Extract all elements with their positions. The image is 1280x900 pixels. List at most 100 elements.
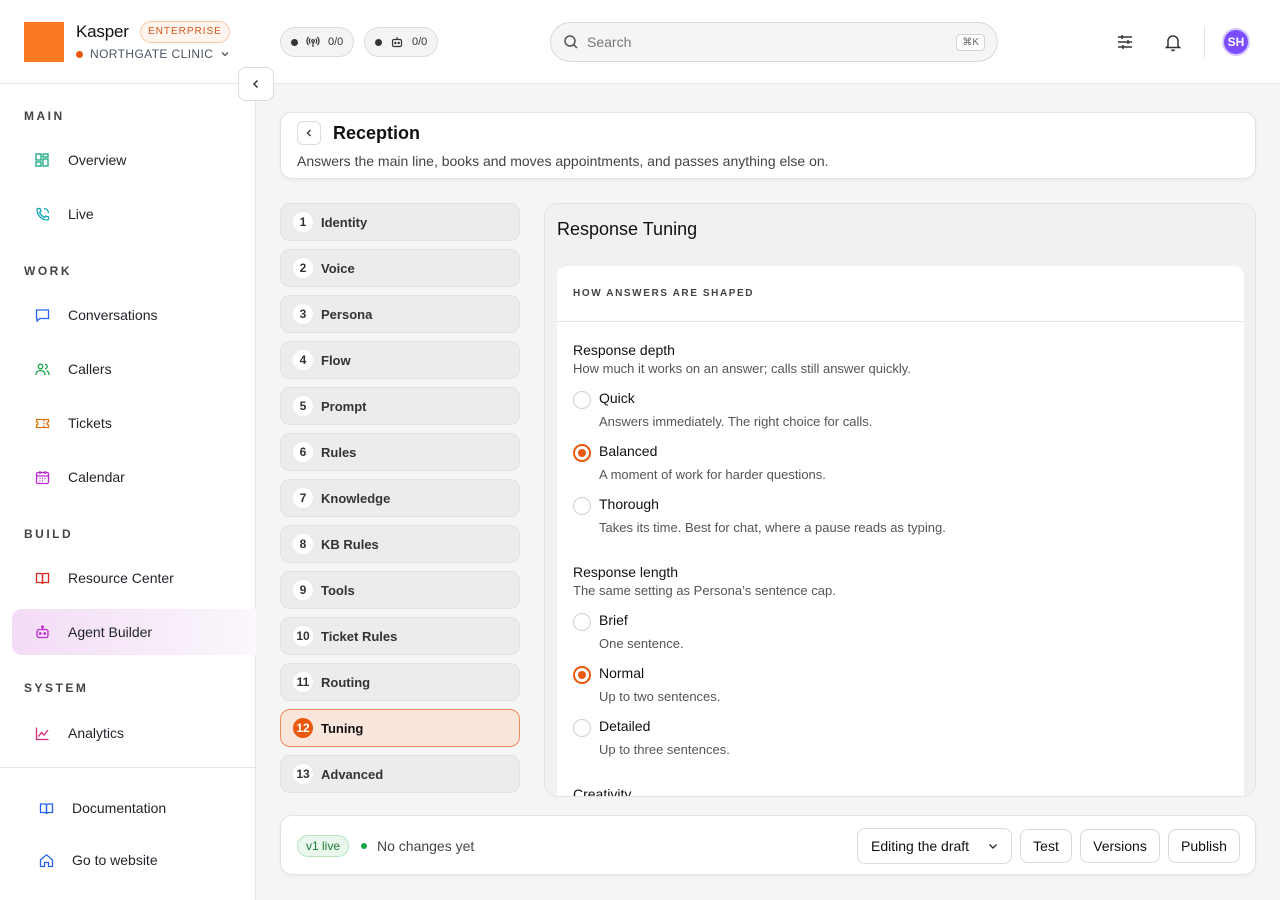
change-status-text: No changes yet xyxy=(377,838,475,854)
sidebar-item-label: Conversations xyxy=(68,307,158,323)
org-switcher[interactable]: NORTHGATE CLINIC xyxy=(76,47,230,61)
step-routing[interactable]: 11 Routing xyxy=(280,663,520,701)
radio-button[interactable] xyxy=(573,613,591,631)
step-number: 9 xyxy=(293,580,313,600)
step-voice[interactable]: 2 Voice xyxy=(280,249,520,287)
step-identity[interactable]: 1 Identity xyxy=(280,203,520,241)
sidebar-divider xyxy=(0,767,256,768)
step-number: 7 xyxy=(293,488,313,508)
option-description: A moment of work for harder questions. xyxy=(599,467,826,482)
publish-button[interactable]: Publish xyxy=(1168,829,1240,863)
book-icon xyxy=(34,570,50,586)
back-button[interactable] xyxy=(297,121,321,145)
sidebar-item-conversations[interactable]: Conversations xyxy=(12,292,256,338)
live-calls-pill[interactable]: 0/0 xyxy=(280,27,355,57)
edit-mode-select[interactable]: Editing the draft xyxy=(857,828,1012,864)
step-number: 1 xyxy=(293,212,313,232)
chevron-down-icon xyxy=(220,49,230,59)
search-shortcut: ⌘K xyxy=(956,33,985,51)
radio-button[interactable] xyxy=(573,444,591,462)
step-number: 3 xyxy=(293,304,313,324)
chevron-left-icon xyxy=(250,78,262,90)
group-title: Response length xyxy=(573,564,679,580)
sidebar-item-agent-builder[interactable]: Agent Builder xyxy=(12,609,256,655)
sidebar-item-documentation[interactable]: Documentation xyxy=(12,785,256,831)
sidebar-item-live[interactable]: Live xyxy=(12,191,256,237)
org-status-dot xyxy=(76,50,83,58)
radio-button[interactable] xyxy=(573,719,591,737)
sidebar-item-label: Overview xyxy=(68,152,127,168)
step-number: 5 xyxy=(293,396,313,416)
org-name: NORTHGATE CLINIC xyxy=(90,47,214,61)
version-badge: v1 live xyxy=(297,835,350,857)
option-label: Quick xyxy=(599,390,635,406)
brand-name: Kasper xyxy=(76,22,129,41)
page-description: Answers the main line, books and moves a… xyxy=(297,153,829,169)
chevron-down-icon xyxy=(987,840,999,852)
sidebar-item-go-to-website[interactable]: Go to website xyxy=(12,837,256,883)
search-input[interactable] xyxy=(587,34,957,50)
tier-badge: ENTERPRISE xyxy=(140,21,230,43)
step-label: Prompt xyxy=(321,398,367,414)
publish-bar: v1 live No changes yet Editing the draft… xyxy=(280,815,1256,875)
sidebar-item-overview[interactable]: Overview xyxy=(12,137,256,183)
section-label-system: SYSTEM xyxy=(24,681,89,695)
group-title: Response depth xyxy=(573,342,675,358)
radio-button[interactable] xyxy=(573,666,591,684)
filters-icon[interactable] xyxy=(1113,30,1137,54)
bell-icon[interactable] xyxy=(1161,30,1185,54)
option-label: Balanced xyxy=(599,443,658,459)
step-ticket-rules[interactable]: 10 Ticket Rules xyxy=(280,617,520,655)
bot-sessions-count: 0/0 xyxy=(412,36,428,48)
avatar[interactable]: SH xyxy=(1222,28,1250,56)
step-number: 11 xyxy=(293,672,313,692)
phone-icon xyxy=(34,206,50,222)
step-tools[interactable]: 9 Tools xyxy=(280,571,520,609)
sidebar-item-tickets[interactable]: Tickets xyxy=(12,400,256,446)
step-advanced[interactable]: 13 Advanced xyxy=(280,755,520,793)
radio-button[interactable] xyxy=(573,497,591,515)
broadcast-icon xyxy=(306,35,320,49)
step-number: 8 xyxy=(293,534,313,554)
sidebar-item-resource-center[interactable]: Resource Center xyxy=(12,555,256,601)
tuning-panel[interactable]: Response Tuning HOW ANSWERS ARE SHAPED R… xyxy=(544,203,1256,797)
sidebar: MAIN Overview Live WORK Conversations Ca… xyxy=(0,84,256,900)
sidebar-item-label: Documentation xyxy=(72,800,167,816)
live-calls-count: 0/0 xyxy=(328,36,344,48)
search-bar[interactable]: ⌘K xyxy=(550,22,998,62)
step-flow[interactable]: 4 Flow xyxy=(280,341,520,379)
versions-button[interactable]: Versions xyxy=(1080,829,1160,863)
response-length-group: Response length The same setting as Pers… xyxy=(573,564,836,598)
option-description: Takes its time. Best for chat, where a p… xyxy=(599,520,946,535)
users-icon xyxy=(34,361,50,377)
bot-sessions-pill[interactable]: 0/0 xyxy=(364,27,439,57)
step-label: Advanced xyxy=(321,766,384,782)
step-prompt[interactable]: 5 Prompt xyxy=(280,387,520,425)
step-knowledge[interactable]: 7 Knowledge xyxy=(280,479,520,517)
step-rules[interactable]: 6 Rules xyxy=(280,433,520,471)
step-label: Persona xyxy=(321,306,373,322)
brand-logo[interactable] xyxy=(24,22,64,62)
step-label: Identity xyxy=(321,214,368,230)
step-kb-rules[interactable]: 8 KB Rules xyxy=(280,525,520,563)
sidebar-item-analytics[interactable]: Analytics xyxy=(12,710,256,756)
step-label: Knowledge xyxy=(321,490,391,506)
option-description: One sentence. xyxy=(599,636,684,651)
sidebar-item-callers[interactable]: Callers xyxy=(12,346,256,392)
step-number: 6 xyxy=(293,442,313,462)
radio-button[interactable] xyxy=(573,391,591,409)
page-title: Reception xyxy=(333,123,421,143)
step-persona[interactable]: 3 Persona xyxy=(280,295,520,333)
status-dot xyxy=(361,843,367,849)
collapse-sidebar-button[interactable] xyxy=(238,67,274,101)
card-heading: HOW ANSWERS ARE SHAPED xyxy=(557,266,1244,322)
sidebar-item-calendar[interactable]: Calendar xyxy=(12,454,256,500)
sidebar-item-label: Live xyxy=(68,206,94,222)
settings-card: HOW ANSWERS ARE SHAPED Response depth Ho… xyxy=(557,266,1244,796)
step-label: Tools xyxy=(321,582,355,598)
search-icon xyxy=(563,34,579,50)
test-button[interactable]: Test xyxy=(1020,829,1072,863)
header-divider xyxy=(1204,26,1205,58)
bot-icon xyxy=(390,35,404,49)
step-tuning[interactable]: 12 Tuning xyxy=(280,709,520,747)
